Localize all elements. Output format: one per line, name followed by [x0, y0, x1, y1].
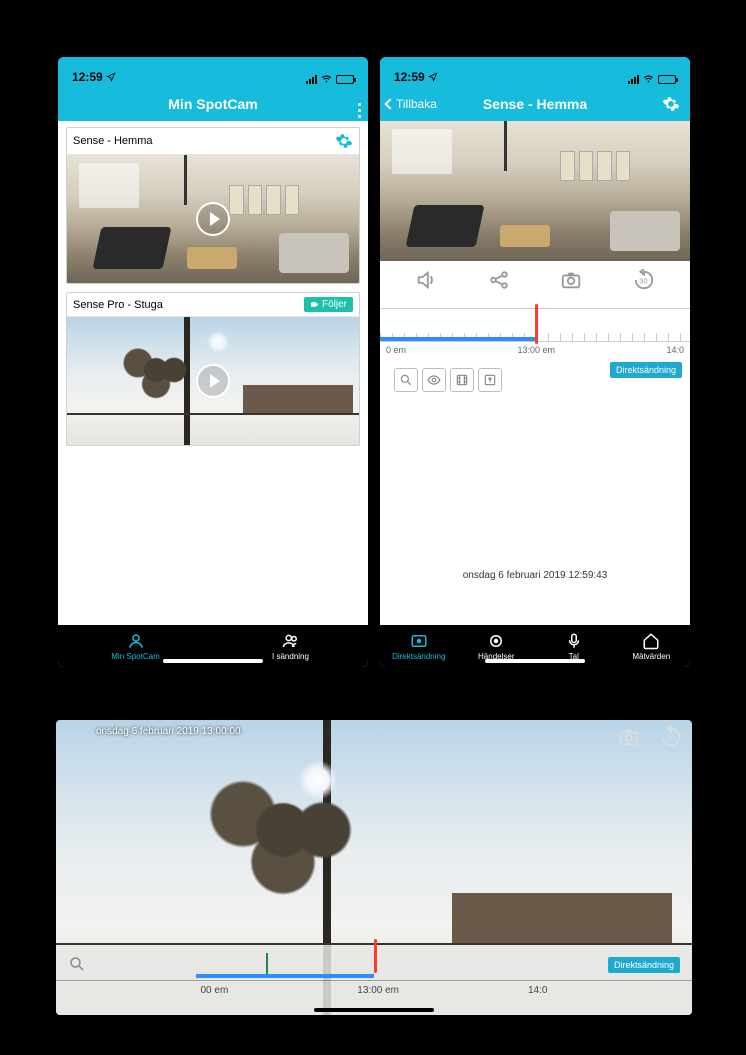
- camera-thumbnail[interactable]: [67, 317, 359, 445]
- live-icon: [410, 632, 428, 650]
- eye-button[interactable]: [422, 368, 446, 392]
- timeline-controls: [388, 362, 508, 398]
- timeline[interactable]: 0 em 13:00 em 14:0: [380, 304, 690, 358]
- time-labels: 0 em 13:00 em 14:0: [380, 342, 690, 358]
- camera-name: Sense - Hemma: [73, 135, 152, 147]
- status-time: 12:59: [394, 70, 425, 84]
- home-indicator[interactable]: [314, 1008, 434, 1012]
- event-marker: [266, 953, 268, 975]
- tab-metrics[interactable]: Mätvärden: [613, 625, 691, 667]
- page-title: Sense - Hemma: [483, 96, 587, 112]
- location-icon: [106, 72, 116, 82]
- export-button[interactable]: [478, 368, 502, 392]
- status-time: 12:59: [72, 70, 103, 84]
- time-labels: 00 em 13:00 em 14:0: [56, 981, 692, 1000]
- search-icon: [399, 373, 413, 387]
- people-icon: [282, 632, 300, 650]
- eye-icon: [427, 373, 441, 387]
- live-preview[interactable]: [380, 121, 690, 261]
- camera-name: Sense Pro - Stuga: [73, 299, 163, 311]
- landscape-live-view: onsdag 6 februari 2019 13:00:00 30 Direk…: [56, 720, 692, 1015]
- camera-icon: [618, 726, 640, 748]
- nav-bar: Tillbaka Sense - Hemma: [380, 87, 690, 121]
- phone-live-view: 12:59 Tillbaka Sense - Hemma 30: [380, 57, 690, 667]
- camera-settings-button[interactable]: [335, 132, 353, 150]
- gear-icon: [662, 95, 680, 113]
- phone-camera-list: 12:59 Min SpotCam Sense - Hemma: [58, 57, 368, 667]
- chevron-left-icon: [384, 98, 395, 109]
- signal-icon: [306, 75, 317, 84]
- svg-text:30: 30: [639, 277, 647, 286]
- home-icon: [642, 632, 660, 650]
- mic-icon: [565, 632, 583, 650]
- svg-text:30: 30: [666, 734, 674, 743]
- share-icon: [488, 269, 510, 291]
- export-icon: [483, 373, 497, 387]
- back-button[interactable]: Tillbaka: [386, 97, 437, 111]
- clip-button[interactable]: [450, 368, 474, 392]
- settings-button[interactable]: [662, 95, 680, 113]
- camera-icon: [310, 300, 319, 309]
- datetime-overlay: onsdag 6 februari 2019 13:00:00: [96, 726, 241, 737]
- home-indicator[interactable]: [163, 659, 263, 663]
- skip30-button[interactable]: 30: [633, 269, 655, 296]
- timeline-progress: [380, 337, 535, 341]
- home-indicator[interactable]: [485, 659, 585, 663]
- play-icon: [196, 364, 230, 398]
- signal-icon: [628, 75, 639, 84]
- skip-icon: 30: [660, 726, 682, 748]
- share-button[interactable]: [488, 269, 510, 296]
- timeline-marker: [374, 939, 377, 973]
- page-title: Min SpotCam: [168, 96, 257, 112]
- live-content: 30 0 em 13:00 em 14:0 Direktsändning ons…: [380, 121, 690, 625]
- play-icon: [196, 202, 230, 236]
- camera-icon: [560, 269, 582, 291]
- timeline-marker: [535, 304, 538, 344]
- action-toolbar: 30: [380, 261, 690, 304]
- overlay-actions: 30: [618, 726, 682, 753]
- camera-card[interactable]: Sense - Hemma: [66, 127, 360, 284]
- skip30-button[interactable]: 30: [660, 726, 682, 753]
- following-badge: Följer: [304, 297, 353, 312]
- tab-live[interactable]: Direktsändning: [380, 625, 458, 667]
- live-button[interactable]: Direktsändning: [610, 362, 682, 378]
- timeline-progress: [196, 974, 374, 978]
- wifi-icon: [642, 74, 655, 84]
- zoom-button[interactable]: [394, 368, 418, 392]
- datetime-label: onsdag 6 februari 2019 12:59:43: [380, 570, 690, 581]
- skip-icon: 30: [633, 269, 655, 291]
- film-icon: [455, 373, 469, 387]
- status-bar: 12:59: [380, 57, 690, 87]
- snapshot-button[interactable]: [618, 726, 640, 753]
- person-icon: [127, 632, 145, 650]
- timeline-overlay: Direktsändning 00 em 13:00 em 14:0: [56, 945, 692, 1015]
- timeline[interactable]: [56, 945, 692, 981]
- battery-icon: [336, 75, 354, 84]
- pin-icon: [487, 632, 505, 650]
- gear-icon: [335, 132, 353, 150]
- location-icon: [428, 72, 438, 82]
- wifi-icon: [320, 74, 333, 84]
- audio-button[interactable]: [415, 269, 437, 296]
- status-bar: 12:59: [58, 57, 368, 87]
- camera-card[interactable]: Sense Pro - Stuga Följer: [66, 292, 360, 446]
- nav-bar: Min SpotCam: [58, 87, 368, 121]
- speaker-icon: [415, 269, 437, 291]
- snapshot-button[interactable]: [560, 269, 582, 296]
- camera-list: Sense - Hemma Sense Pro - Stuga Följer: [58, 121, 368, 625]
- camera-thumbnail[interactable]: [67, 155, 359, 283]
- battery-icon: [658, 75, 676, 84]
